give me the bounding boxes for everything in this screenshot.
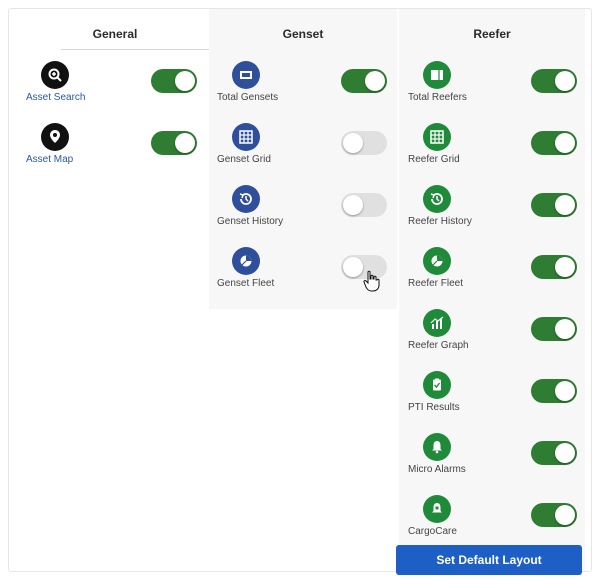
toggle-knob xyxy=(175,71,195,91)
total-gensets-toggle[interactable] xyxy=(341,69,387,93)
genset-grid-toggle[interactable] xyxy=(341,131,387,155)
genset-item-total-gensets: Total Gensets xyxy=(209,59,397,115)
bell-icon xyxy=(423,433,451,461)
asset-map-toggle[interactable] xyxy=(151,131,197,155)
grid-icon xyxy=(423,123,451,151)
genset-item-genset-history: Genset History xyxy=(209,183,397,239)
asset-search-toggle[interactable] xyxy=(151,69,197,93)
reefer-item-label: Reefer Graph xyxy=(408,340,469,351)
genset-history-toggle[interactable] xyxy=(341,193,387,217)
reefer-item-label: PTI Results xyxy=(408,402,460,413)
dashboard-layout-panel: General Asset Search Asset Map Genset To… xyxy=(8,8,592,572)
general-divider xyxy=(61,49,217,50)
toggle-knob xyxy=(343,257,363,277)
reefer-item-label: Reefer History xyxy=(408,216,472,227)
reefer-item-pti-results: PTI Results xyxy=(399,369,585,425)
reefer-history-toggle[interactable] xyxy=(531,193,577,217)
bar-graph-icon xyxy=(423,309,451,337)
reefer-column: Reefer Total Reefers Reefer Grid Reefer … xyxy=(399,9,585,571)
reefer-item-label: CargoCare xyxy=(408,526,457,537)
genset-item-label: Genset Fleet xyxy=(217,278,275,289)
reefer-item-reefer-grid: Reefer Grid xyxy=(399,121,585,177)
reefer-item-label: Reefer Grid xyxy=(408,154,460,165)
reefer-fleet-toggle[interactable] xyxy=(531,255,577,279)
clipboard-check-icon xyxy=(423,371,451,399)
reefer-column-title: Reefer xyxy=(473,27,511,41)
general-item-label: Asset Map xyxy=(26,154,74,165)
toggle-knob xyxy=(175,133,195,153)
pie-chart-icon xyxy=(423,247,451,275)
reefer-item-reefer-graph: Reefer Graph xyxy=(399,307,585,363)
search-map-icon xyxy=(41,61,69,89)
total-reefers-toggle[interactable] xyxy=(531,69,577,93)
reefer-item-label: Micro Alarms xyxy=(408,464,466,475)
toggle-knob xyxy=(555,133,575,153)
reefer-item-micro-alarms: Micro Alarms xyxy=(399,431,585,487)
reefer-item-total-reefers: Total Reefers xyxy=(399,59,585,115)
hand-cursor-icon xyxy=(363,270,380,292)
toggle-knob xyxy=(555,71,575,91)
genset-item-label: Genset Grid xyxy=(217,154,271,165)
toggle-knob xyxy=(343,133,363,153)
cargocare-toggle[interactable] xyxy=(531,503,577,527)
genset-column-title: Genset xyxy=(282,27,324,41)
general-column: General Asset Search Asset Map xyxy=(21,9,217,571)
reefer-item-cargocare: CargoCare xyxy=(399,493,585,549)
reefer-item-reefer-history: Reefer History xyxy=(399,183,585,239)
reefer-graph-toggle[interactable] xyxy=(531,317,577,341)
reefer-item-label: Reefer Fleet xyxy=(408,278,464,289)
toggle-knob xyxy=(555,195,575,215)
genset-item-label: Genset History xyxy=(217,216,284,227)
history-icon xyxy=(423,185,451,213)
toggle-knob xyxy=(555,443,575,463)
general-item-label: Asset Search xyxy=(26,92,86,103)
toggle-knob xyxy=(343,195,363,215)
reefer-grid-toggle[interactable] xyxy=(531,131,577,155)
pie-chart-icon xyxy=(232,247,260,275)
reefer-item-label: Total Reefers xyxy=(408,92,467,103)
micro-alarms-toggle[interactable] xyxy=(531,441,577,465)
toggle-knob xyxy=(365,71,385,91)
genset-item-label: Total Gensets xyxy=(217,92,279,103)
genset-column: Genset Total Gensets Genset Grid Genset … xyxy=(209,9,397,309)
general-item-asset-map: Asset Map xyxy=(21,121,209,177)
reefer-item-reefer-fleet: Reefer Fleet xyxy=(399,245,585,301)
toggle-knob xyxy=(555,505,575,525)
genset-box-icon xyxy=(232,61,260,89)
toggle-knob xyxy=(555,319,575,339)
toggle-knob xyxy=(555,257,575,277)
grid-icon xyxy=(232,123,260,151)
map-pin-icon xyxy=(41,123,69,151)
general-column-title: General xyxy=(92,27,138,41)
set-default-layout-button[interactable]: Set Default Layout xyxy=(396,545,582,575)
reefer-box-icon xyxy=(423,61,451,89)
pti-results-toggle[interactable] xyxy=(531,379,577,403)
genset-item-genset-grid: Genset Grid xyxy=(209,121,397,177)
toggle-knob xyxy=(555,381,575,401)
cargo-care-icon xyxy=(423,495,451,523)
history-icon xyxy=(232,185,260,213)
general-item-asset-search: Asset Search xyxy=(21,59,209,115)
